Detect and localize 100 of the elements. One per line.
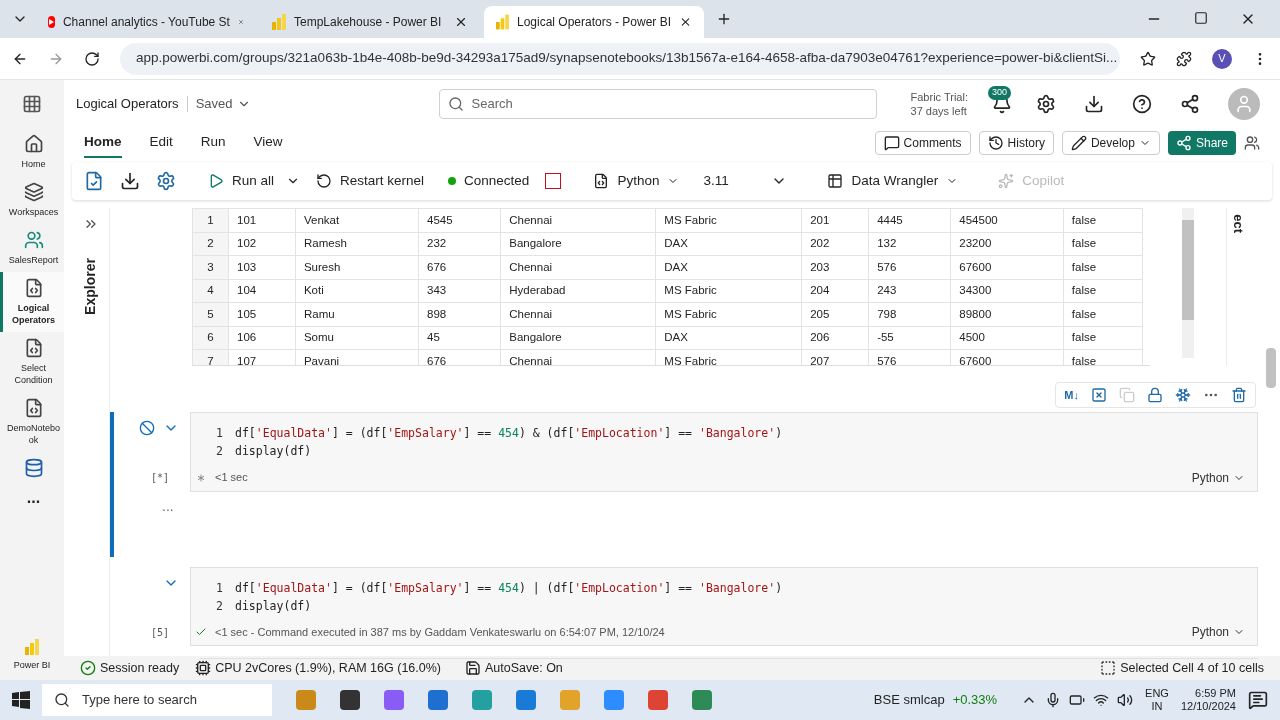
table-cell: 232 [418,232,501,256]
extensions-icon[interactable] [1176,50,1192,67]
share-button[interactable]: Share [1167,131,1236,155]
table-cell: 45 [418,326,501,350]
line-number: 1 [215,425,224,442]
table-cell: 343 [418,279,501,303]
download-icon[interactable] [1084,94,1104,114]
volume-icon[interactable] [1117,692,1134,708]
wifi-icon[interactable] [1093,692,1110,708]
nav-label: Power BI [13,658,51,672]
search-icon [54,692,70,708]
table-cell: 898 [418,302,501,326]
table-cell: false [1063,232,1143,256]
reload-icon[interactable] [84,50,100,67]
search-field[interactable]: Search [438,89,877,119]
stop-icon[interactable] [139,420,155,436]
save-status-dropdown[interactable]: Saved [195,94,251,114]
help-icon[interactable] [1132,94,1152,114]
ribbon-tab[interactable]: View [253,128,283,158]
download-icon[interactable] [120,171,140,191]
taskbar-app-icon[interactable] [340,690,360,710]
develop-button[interactable]: Develop [1061,131,1160,155]
bookmark-icon[interactable] [1140,50,1156,67]
row-index: 2 [192,232,229,256]
nav-item[interactable]: Select Condition [0,332,64,392]
nav-item[interactable]: SalesReport [0,224,64,272]
table-cell: 23200 [950,232,1064,256]
nav-item[interactable]: ... [0,484,64,512]
profile-avatar[interactable]: V [1212,48,1232,69]
address-field[interactable]: app.powerbi.com/groups/321a063b-1b4e-408b-be9d-34293a175ad9/synapsenotebooks/13b1567a-e164-4658-afba-da7903e04761?experience=power-bi&clientSi... [120,42,1120,75]
new-tab-icon[interactable] [716,11,732,27]
notifications-icon[interactable] [1248,690,1268,710]
table-cell: false [1063,279,1143,303]
close-icon[interactable] [679,15,692,29]
people-icon[interactable] [1244,135,1260,151]
table-cell: 102 [228,232,296,256]
close-icon[interactable] [454,15,468,29]
side-panel-label[interactable]: ect [1228,214,1249,238]
table-cell: 103 [228,255,296,279]
browser-tab[interactable]: Channel analytics - YouTube St [36,6,256,38]
language-dropdown[interactable]: Python [1191,468,1245,487]
taskbar-app-icon[interactable] [428,690,448,710]
battery-icon [1069,692,1086,708]
delete-icon[interactable] [1231,387,1247,403]
version-dropdown[interactable]: 3.11 [695,170,796,192]
taskbar-search-field[interactable]: Type here to search [42,684,272,716]
restart-icon [316,173,333,189]
table-cell: 206 [801,326,869,350]
table-cell: Ramesh [295,232,419,256]
table-cell: false [1063,208,1143,232]
markdown-button[interactable]: M↓ [1064,386,1079,404]
browser-tab[interactable]: Logical Operators - Power BI [484,6,704,38]
maximize-icon[interactable] [1194,11,1208,25]
language-dropdown[interactable]: Python [593,170,680,192]
restart-kernel-button[interactable]: Restart kernel [316,170,425,192]
line-number: 1 [215,579,224,597]
cell-status: <1 sec [215,470,248,486]
browser-tab[interactable]: TempLakehouse - Power BI [260,6,480,38]
table-cell: 243 [868,279,951,303]
execution-count: [5] [151,625,171,640]
nav-item[interactable]: Home [0,128,64,176]
share-icon[interactable] [1180,94,1200,114]
table-icon [827,173,844,189]
freeze-icon[interactable] [1175,387,1191,403]
history-button[interactable]: History [978,131,1054,155]
app-launcher-icon[interactable] [22,94,42,114]
clock-time: 6:59 PM [1195,687,1236,700]
table-cell: 89800 [950,302,1064,326]
connection-status: Connected [448,170,530,192]
nav-item[interactable]: Workspaces [0,176,64,224]
stop-icon[interactable] [545,173,562,189]
status-text: Session ready [100,659,180,677]
language-dropdown[interactable]: Python [1191,623,1245,641]
table-cell: Hyderabad [500,279,656,303]
ribbon-tab[interactable]: Edit [149,128,173,158]
ribbon-tab[interactable]: Home [84,128,122,158]
bar-chart-icon [272,14,286,30]
pencil-icon [1070,135,1087,151]
lock-icon[interactable] [1147,387,1163,403]
remove-output-icon[interactable] [1091,387,1107,403]
table-cell: MS Fabric [655,279,802,303]
explorer-tab[interactable]: Explorer [80,258,101,315]
notification-badge: 300 [988,86,1012,100]
row-index: 4 [192,279,229,303]
data-wrangler-button[interactable]: Data Wrangler [827,170,959,192]
table-cell: 576 [868,255,951,279]
nav-item[interactable]: Logical Operators [0,272,64,332]
nav-item[interactable]: DemoNotebook [0,392,64,452]
code-line: display(df) [235,443,312,461]
table-cell: Bangalore [500,326,656,350]
notebook-icon[interactable] [84,171,104,191]
comments-button[interactable]: Comments [874,131,971,155]
execution-count: [*] [151,471,171,485]
settings-icon[interactable] [1036,94,1056,114]
ribbon-tab[interactable]: Run [200,128,226,158]
table-cell: 105 [228,302,296,326]
windows-icon[interactable] [12,691,30,709]
share-icon [1175,135,1192,151]
run-all-button[interactable]: Run all [208,170,275,192]
scrollbar[interactable] [1182,208,1194,358]
